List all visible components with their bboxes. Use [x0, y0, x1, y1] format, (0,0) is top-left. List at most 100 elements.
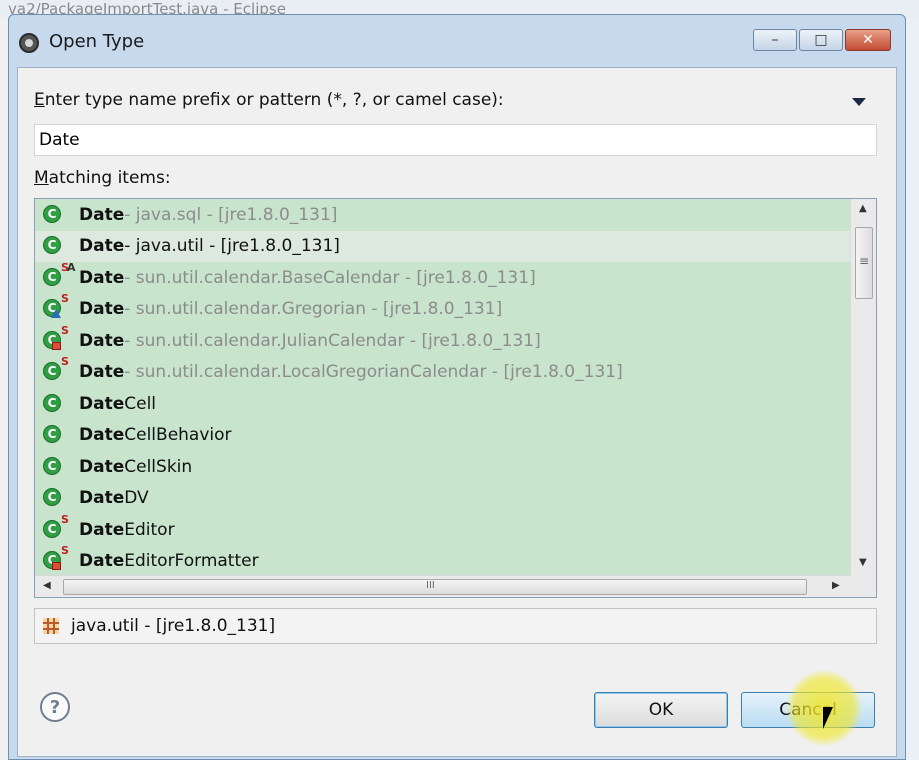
class-icon-wrapper: CS — [43, 355, 71, 382]
mouse-pointer-icon — [823, 707, 833, 729]
scroll-left-icon[interactable]: ◀ — [43, 580, 51, 591]
type-name-input[interactable] — [34, 124, 877, 156]
hscroll-grip-icon: III — [426, 580, 435, 591]
private-overlay-icon — [52, 562, 61, 571]
matching-label-accesskey: M — [34, 168, 49, 188]
list-item[interactable]: C Date Cell — [35, 388, 850, 420]
dialog-titlebar[interactable]: Open Type – □ ✕ — [9, 15, 905, 67]
type-name: Date — [79, 488, 125, 509]
maximize-button[interactable]: □ — [799, 29, 843, 51]
details-text: java.util - [jre1.8.0_131] — [71, 616, 276, 636]
class-icon-wrapper: CS — [43, 292, 71, 319]
class-icon: C — [43, 236, 61, 255]
matching-label-text: atching items: — [48, 168, 171, 188]
class-icon-wrapper: C — [43, 425, 71, 445]
class-icon: C — [43, 456, 61, 475]
list-item[interactable]: C Date CellSkin — [35, 451, 850, 483]
details-panel: java.util - [jre1.8.0_131] — [34, 608, 877, 644]
type-name: Date — [79, 551, 125, 572]
type-qualifier: - sun.util.calendar.Gregorian - [jre1.8.… — [124, 299, 503, 320]
list-item[interactable]: C S Date - sun.util.calendar.JulianCalenda… — [35, 324, 850, 357]
type-name-suffix: CellBehavior — [124, 425, 232, 446]
class-icon-wrapper: C — [43, 393, 71, 414]
pattern-label-accesskey: E — [34, 90, 45, 110]
history-dropdown-icon[interactable] — [852, 98, 866, 106]
list-item[interactable]: C Date CellBehavior — [35, 420, 850, 452]
type-qualifier: - java.sql - [jre1.8.0_131] — [124, 204, 338, 225]
dialog-title: Open Type — [49, 31, 145, 52]
background-edge — [905, 18, 919, 760]
class-icon: C — [43, 362, 61, 381]
pattern-label: Enter type name prefix or pattern (*, ?,… — [34, 90, 504, 110]
class-icon-wrapper: C — [43, 236, 71, 256]
gear-icon — [19, 33, 39, 53]
scroll-grip-icon: ≡ — [859, 254, 870, 268]
list-rows: C Date - java.sql - [jre1.8.0_131] C Date -… — [35, 199, 850, 575]
class-icon: C — [43, 267, 61, 286]
minimize-button[interactable]: – — [753, 29, 797, 51]
vertical-scrollbar[interactable]: ▲ ≡ ▼ — [850, 199, 876, 575]
type-name-suffix: Cell — [124, 393, 157, 414]
list-item[interactable]: C S Date - sun.util.calendar.Gregorian - [… — [35, 292, 850, 326]
class-icon-wrapper: C — [43, 456, 71, 477]
class-icon-wrapper: C — [43, 488, 71, 508]
help-button[interactable]: ? — [40, 692, 70, 722]
pattern-label-text: nter type name prefix or pattern (*, ?, … — [44, 90, 504, 110]
list-item[interactable]: C S Date EditorFormatter — [35, 544, 850, 576]
ok-button[interactable]: OK — [594, 692, 728, 728]
list-item[interactable]: C Date DV — [35, 483, 850, 515]
horizontal-scrollbar[interactable]: ◀ III ▶ — [35, 575, 850, 597]
list-item[interactable]: C S A Date - sun.util.calendar.BaseCalendar… — [35, 261, 850, 294]
class-icon-wrapper: CS — [43, 544, 71, 571]
protected-overlay-icon — [51, 309, 61, 319]
type-qualifier: - java.util - [jre1.8.0_131] — [124, 236, 340, 257]
abstract-overlay-icon: A — [67, 260, 76, 274]
type-name: Date — [79, 362, 125, 383]
type-qualifier: - sun.util.calendar.JulianCalendar - [jr… — [124, 330, 541, 351]
class-icon: C — [43, 425, 61, 444]
static-overlay-icon: S — [61, 292, 69, 306]
vertical-scroll-thumb[interactable]: ≡ — [855, 227, 873, 299]
static-overlay-icon: S — [61, 512, 69, 526]
type-name-suffix: EditorFormatter — [124, 551, 259, 572]
class-icon: C — [43, 393, 61, 412]
matching-items-label: Matching items: — [34, 168, 171, 188]
list-item[interactable]: C S Date Editor — [35, 513, 850, 546]
open-type-dialog: Open Type – □ ✕ Enter type name prefix o… — [8, 14, 906, 760]
dialog-content: Enter type name prefix or pattern (*, ?,… — [17, 67, 897, 757]
type-name: Date — [79, 267, 125, 288]
type-name: Date — [79, 204, 125, 225]
static-overlay-icon: S — [61, 323, 69, 337]
list-item[interactable]: C Date - java.sql - [jre1.8.0_131] — [35, 199, 850, 231]
static-overlay-icon: S — [61, 355, 69, 369]
list-item[interactable]: C S Date - sun.util.calendar.LocalGregoria… — [35, 355, 850, 389]
type-name: Date — [79, 330, 125, 351]
class-icon-wrapper: CS — [43, 324, 71, 351]
class-icon-wrapper: CS — [43, 513, 71, 540]
scroll-down-icon[interactable]: ▼ — [859, 557, 867, 568]
type-qualifier: - sun.util.calendar.BaseCalendar - [jre1… — [124, 267, 536, 288]
type-name-suffix: DV — [124, 488, 149, 509]
class-icon: C — [43, 488, 61, 507]
horizontal-scroll-thumb[interactable]: III — [63, 579, 807, 595]
window-controls: – □ ✕ — [751, 29, 891, 51]
class-icon: C — [43, 519, 61, 538]
list-item[interactable]: C Date - java.util - [jre1.8.0_131] — [35, 230, 850, 262]
scroll-right-icon[interactable]: ▶ — [832, 580, 840, 591]
type-name: Date — [79, 519, 125, 540]
type-name: Date — [79, 393, 125, 414]
type-name: Date — [79, 456, 125, 477]
scroll-up-icon[interactable]: ▲ — [859, 203, 867, 214]
close-button[interactable]: ✕ — [845, 29, 891, 51]
type-qualifier: - sun.util.calendar.LocalGregorianCalend… — [124, 362, 623, 383]
private-overlay-icon — [52, 341, 61, 350]
class-icon-wrapper: C — [43, 204, 71, 225]
class-icon-wrapper: CSA — [43, 261, 76, 288]
static-overlay-icon: S — [61, 544, 69, 558]
class-icon: C — [43, 204, 61, 223]
package-icon — [43, 618, 59, 634]
matching-items-list[interactable]: C Date - java.sql - [jre1.8.0_131] C Date -… — [34, 198, 877, 598]
type-name: Date — [79, 299, 125, 320]
type-name-suffix: Editor — [124, 519, 175, 540]
type-name: Date — [79, 425, 125, 446]
